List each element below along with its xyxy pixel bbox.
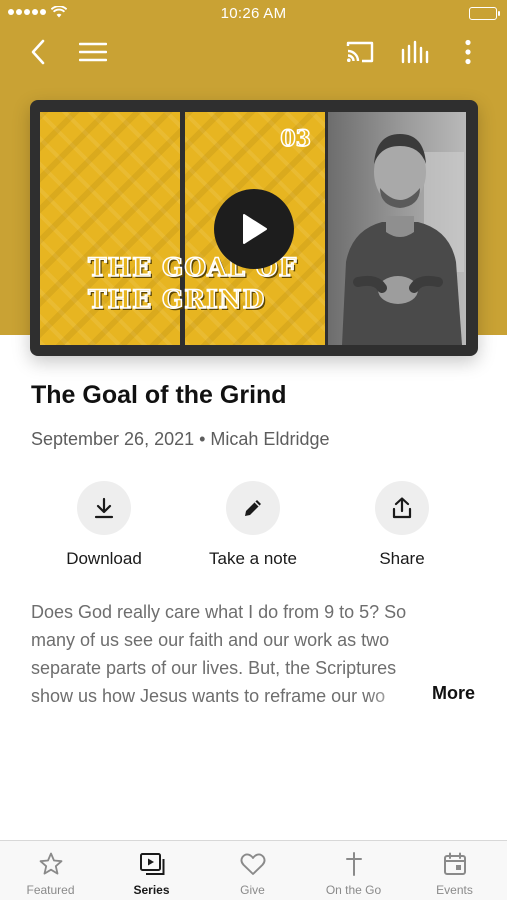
episode-description: Does God really care what I do from 9 to…	[31, 598, 479, 710]
more-vertical-icon	[465, 39, 471, 65]
description-line: Does God really care what I do from 9 to…	[31, 602, 407, 622]
share-icon	[392, 497, 412, 519]
share-button[interactable]: Share	[332, 481, 472, 569]
download-button[interactable]: Download	[34, 481, 174, 569]
share-icon-circle	[375, 481, 429, 535]
status-time: 10:26 AM	[220, 5, 287, 22]
hamburger-menu-icon	[79, 42, 107, 62]
cast-button[interactable]	[342, 34, 378, 70]
episode-meta: September 26, 2021 • Micah Eldridge	[31, 429, 330, 449]
status-bar: 10:26 AM	[0, 0, 507, 28]
episode-number: 03	[280, 125, 312, 153]
speaker-image	[342, 134, 464, 345]
cross-icon	[340, 850, 368, 878]
episode-title: The Goal of the Grind	[31, 381, 287, 409]
artwork-title: THE GOAL OF THE GRIND	[87, 252, 298, 315]
tab-give[interactable]: Give	[202, 841, 303, 900]
play-icon	[243, 214, 267, 244]
pencil-icon	[245, 500, 261, 516]
menu-button[interactable]	[75, 34, 111, 70]
tab-on-the-go[interactable]: On the Go	[303, 841, 404, 900]
calendar-icon	[441, 850, 469, 878]
tab-bar: Featured Series Give On the Go Events	[0, 840, 507, 900]
video-player[interactable]: 03 THE GOAL OF THE GRIND	[30, 100, 478, 356]
more-options-button[interactable]	[450, 34, 486, 70]
tab-series[interactable]: Series	[101, 841, 202, 900]
take-note-label: Take a note	[209, 549, 297, 568]
audio-button[interactable]	[397, 34, 433, 70]
video-library-icon	[138, 850, 166, 878]
tab-label: Featured	[26, 883, 75, 897]
download-icon	[94, 497, 114, 519]
share-label: Share	[379, 549, 425, 568]
download-label: Download	[66, 549, 142, 568]
description-line: many of us see our faith and our work as…	[31, 630, 390, 650]
heart-icon	[239, 850, 267, 878]
battery-icon	[469, 7, 500, 20]
tab-label: Give	[240, 883, 265, 897]
description-line: separate parts of our lives. But, the Sc…	[31, 658, 397, 678]
tab-label: On the Go	[325, 883, 382, 897]
description-line: show us how Jesus wants to reframe our w…	[31, 686, 386, 706]
take-note-button[interactable]: Take a note	[183, 481, 323, 569]
speaker-photo	[328, 112, 466, 345]
more-button[interactable]: More	[432, 683, 475, 704]
action-row: Download Take a note Share	[0, 481, 507, 581]
tab-events[interactable]: Events	[404, 841, 505, 900]
tab-label: Events	[436, 883, 473, 897]
tab-label: Series	[133, 883, 170, 897]
pencil-icon-circle	[226, 481, 280, 535]
nav-bar	[0, 30, 507, 74]
download-icon-circle	[77, 481, 131, 535]
chevron-left-icon	[31, 39, 45, 65]
play-button[interactable]	[214, 189, 294, 269]
audio-levels-icon	[401, 40, 429, 64]
star-icon	[37, 850, 65, 878]
tab-featured[interactable]: Featured	[0, 841, 101, 900]
cast-icon	[346, 41, 374, 63]
back-button[interactable]	[20, 34, 56, 70]
